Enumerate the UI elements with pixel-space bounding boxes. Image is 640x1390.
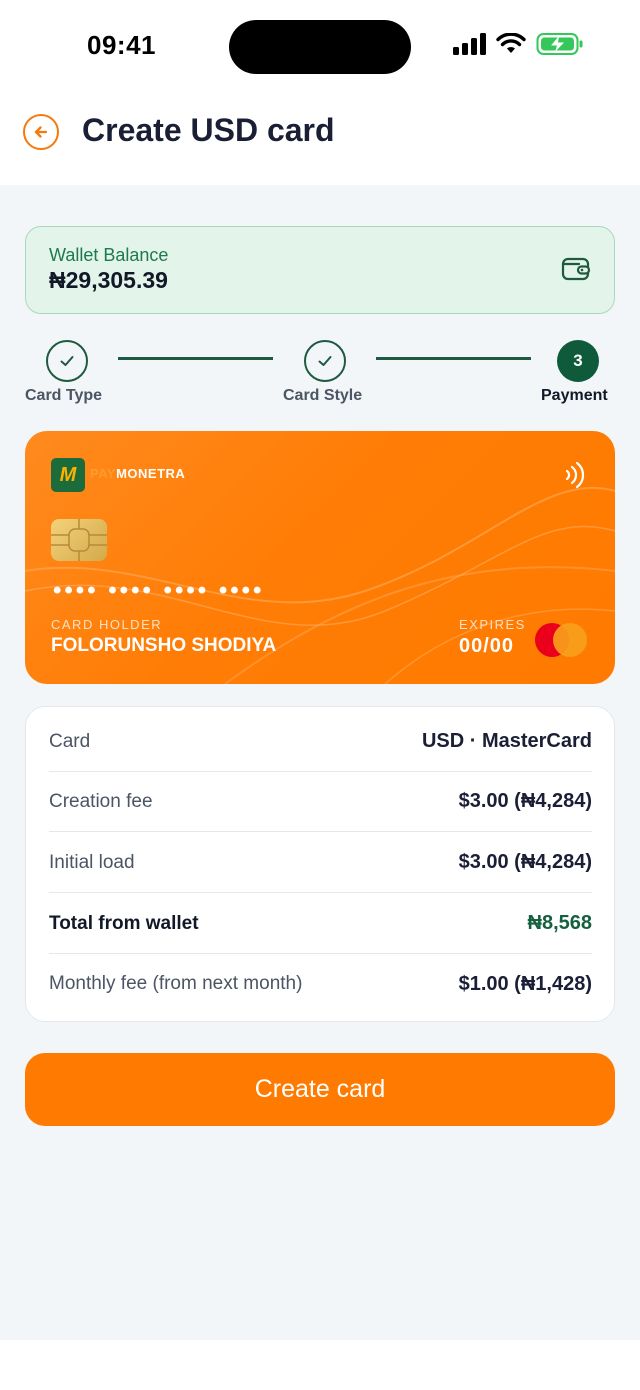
step-card-style-indicator bbox=[304, 340, 346, 382]
back-button[interactable] bbox=[23, 114, 59, 150]
contactless-icon bbox=[565, 461, 585, 489]
summary-label: Total from wallet bbox=[49, 912, 199, 934]
wallet-balance-value: ₦29,305.39 bbox=[49, 267, 168, 293]
wallet-balance-label: Wallet Balance bbox=[49, 245, 169, 265]
wifi-icon bbox=[496, 33, 526, 53]
wallet-balance-card: Wallet Balance ₦29,305.39 bbox=[25, 226, 615, 314]
page-title: Create USD card bbox=[82, 112, 335, 148]
card-number-mask: •••• •••• •••• •••• bbox=[53, 577, 265, 604]
arrow-left-icon bbox=[34, 126, 48, 138]
step-connector bbox=[376, 357, 531, 360]
summary-label: Monthly fee (from next month) bbox=[49, 973, 303, 994]
app-header: Create USD card bbox=[0, 90, 640, 185]
paymonetra-logo: M bbox=[51, 458, 85, 492]
summary-value: USD · MasterCard bbox=[421, 730, 592, 752]
summary-row-monthly-fee: Monthly fee (from next month) $1.00 (₦1,… bbox=[49, 954, 592, 1014]
check-icon bbox=[60, 356, 74, 366]
summary-value: $1.00 (₦1,428) bbox=[458, 972, 592, 995]
dynamic-island bbox=[229, 20, 411, 74]
card-brand: PAYMONETRA bbox=[90, 466, 185, 481]
card-chip bbox=[51, 519, 107, 561]
summary-value: ₦8,568 bbox=[527, 912, 593, 934]
status-time: 09:41 bbox=[87, 30, 156, 60]
step-card-type-label: Card Type bbox=[25, 387, 103, 404]
battery-charging-icon bbox=[536, 33, 583, 55]
summary-value: $3.00 (₦4,284) bbox=[458, 851, 592, 873]
signal-icon bbox=[453, 33, 486, 55]
summary-label: Initial load bbox=[49, 851, 135, 873]
card-holder-name: FOLORUNSHO SHODIYA bbox=[51, 635, 277, 656]
summary-row-creation-fee: Creation fee $3.00 (₦4,284) bbox=[49, 772, 592, 832]
summary-label: Card bbox=[49, 730, 91, 752]
summary-row-initial-load: Initial load $3.00 (₦4,284) bbox=[49, 833, 592, 893]
summary-row-total: Total from wallet ₦8,568 bbox=[49, 894, 592, 954]
step-payment-label: Payment bbox=[541, 387, 608, 404]
step-payment-indicator: 3 bbox=[557, 340, 599, 382]
card-expires-value: 00/00 bbox=[459, 635, 515, 657]
payment-summary: Card USD · MasterCard Creation fee $3.00… bbox=[25, 706, 615, 1022]
card-holder-label: CARD HOLDER bbox=[51, 617, 163, 632]
check-icon bbox=[318, 356, 332, 366]
summary-value: $3.00 (₦4,284) bbox=[458, 790, 592, 812]
status-bar: 09:41 bbox=[0, 0, 640, 90]
chip-pattern bbox=[51, 519, 107, 561]
card-preview: M PAYMONETRA •••• •••• •••• •••• CARD HO… bbox=[25, 431, 615, 684]
step-connector bbox=[118, 357, 273, 360]
mastercard-yellow-circle bbox=[553, 623, 587, 657]
step-card-type-indicator bbox=[46, 340, 88, 382]
summary-label: Creation fee bbox=[49, 790, 153, 812]
mastercard-logo-icon bbox=[535, 623, 587, 657]
brand-pay: PAY bbox=[90, 466, 117, 481]
summary-row-card: Card USD · MasterCard bbox=[49, 712, 592, 772]
content-area: Wallet Balance ₦29,305.39 3 Card Type Ca… bbox=[0, 185, 640, 1340]
brand-monetra: MONETRA bbox=[116, 466, 186, 481]
status-icons bbox=[452, 32, 584, 56]
step-card-style-label: Card Style bbox=[283, 387, 363, 404]
create-card-button[interactable]: Create card bbox=[25, 1053, 615, 1126]
card-expires-label: EXPIRES bbox=[459, 617, 526, 632]
wallet-icon bbox=[561, 257, 591, 281]
